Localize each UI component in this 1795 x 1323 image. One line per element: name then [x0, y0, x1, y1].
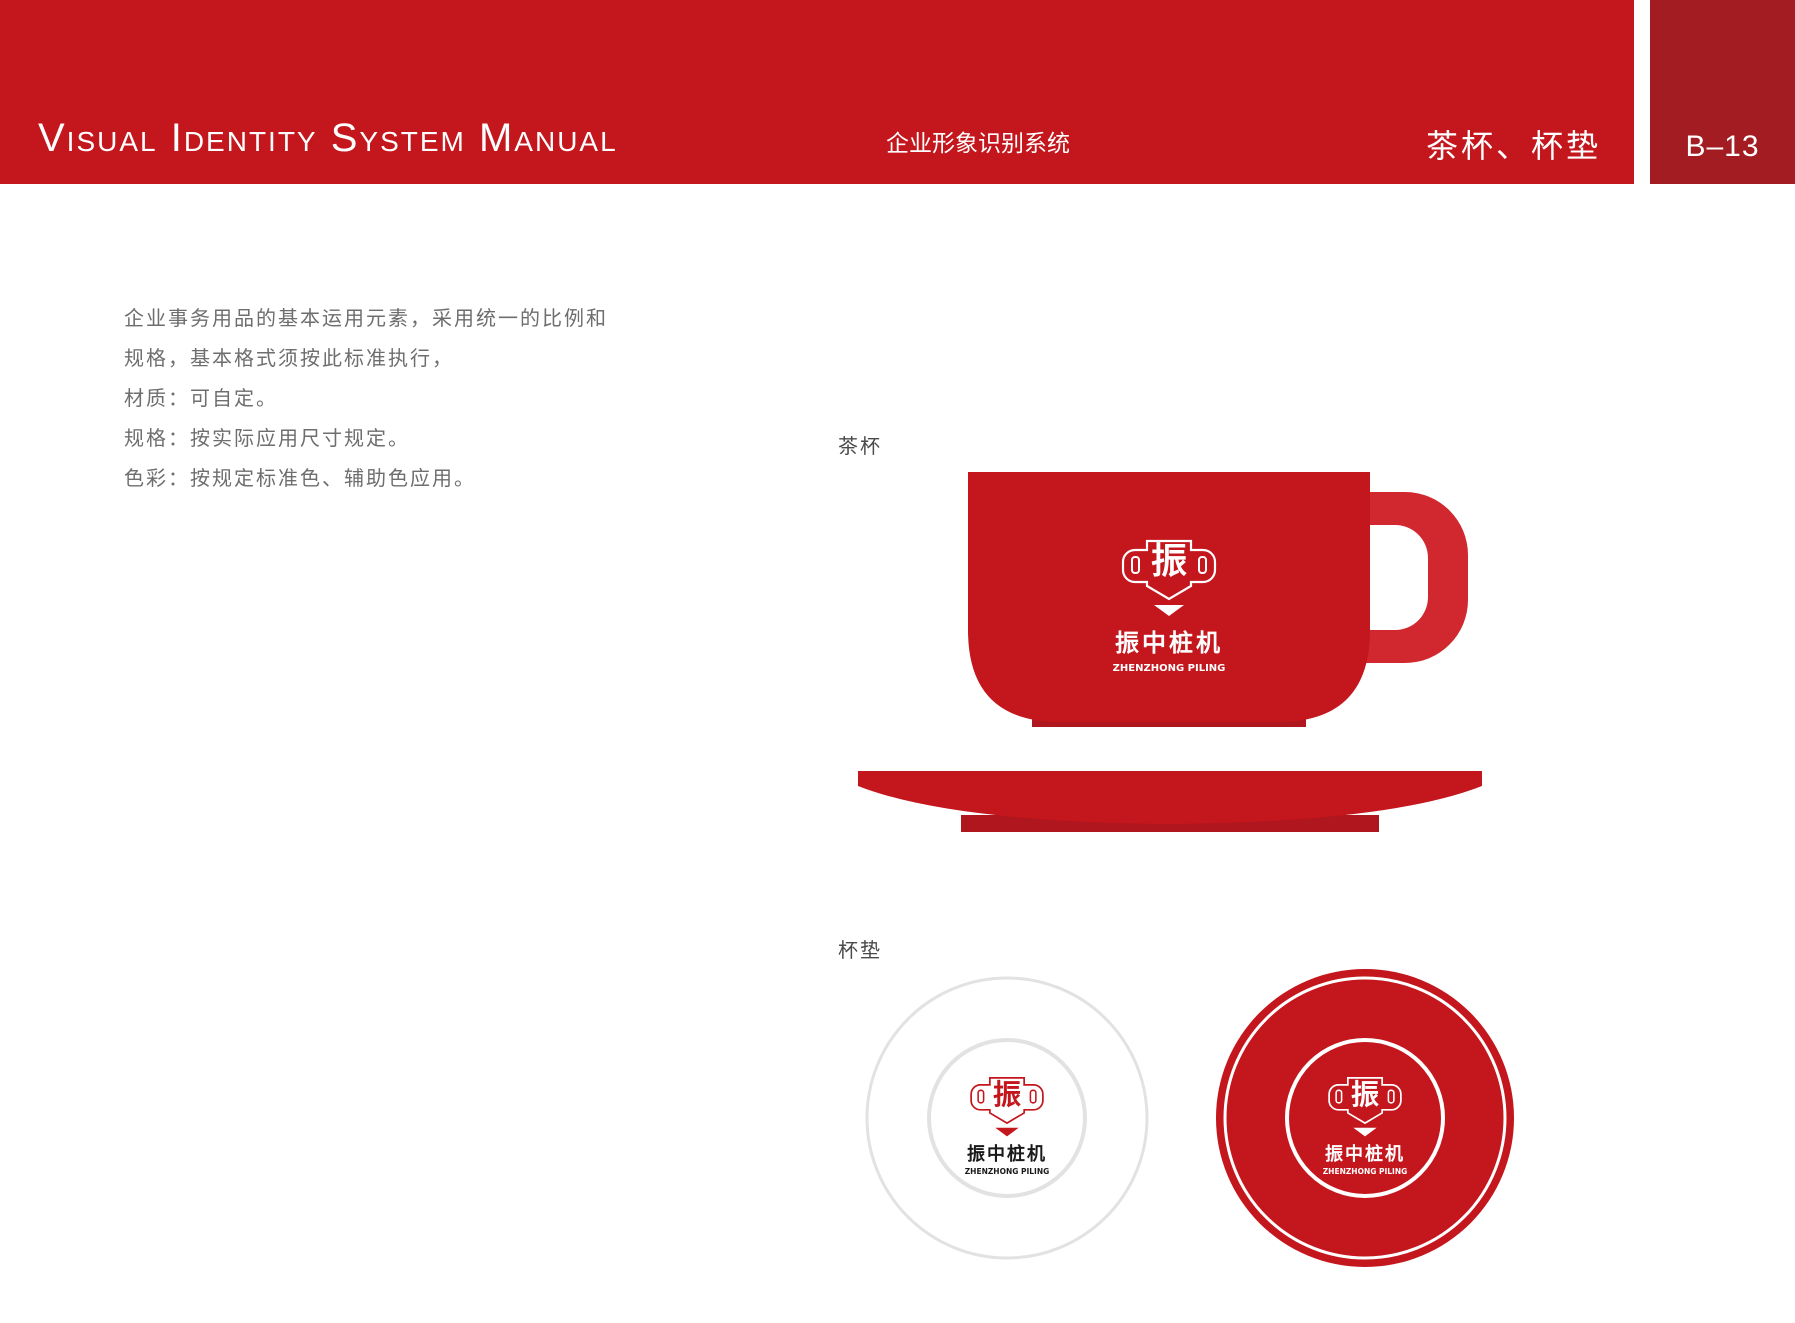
- cup-body: [968, 472, 1370, 722]
- logo-name-en: ZHENZHONG PILING: [1113, 663, 1226, 674]
- logo-glyph: 振: [1351, 1078, 1379, 1111]
- coaster-disc: [1216, 969, 1514, 1267]
- coaster-red: 振 振中桩机 ZHENZHONG PILING: [1216, 969, 1514, 1267]
- logo-glyph: 振: [1151, 541, 1187, 582]
- logo-name-cn: 振中桩机: [967, 1143, 1047, 1165]
- illustrations: 振 振中桩机 ZHENZHONG PILING 振 振中桩机 ZHENZHONG…: [858, 472, 1514, 1267]
- logo-glyph: 振: [993, 1078, 1021, 1111]
- logo-name-cn: 振中桩机: [1115, 629, 1223, 657]
- logo-name-en: ZHENZHONG PILING: [965, 1167, 1050, 1176]
- logo-name-en: ZHENZHONG PILING: [1323, 1167, 1408, 1176]
- logo-name-cn: 振中桩机: [1325, 1143, 1405, 1165]
- cup-handle: [1360, 492, 1468, 663]
- saucer-illustration: [858, 771, 1482, 832]
- saucer-body: [858, 771, 1482, 824]
- tea-cup-illustration: 振 振中桩机 ZHENZHONG PILING: [968, 472, 1468, 727]
- coaster-white: 振 振中桩机 ZHENZHONG PILING: [865, 976, 1149, 1260]
